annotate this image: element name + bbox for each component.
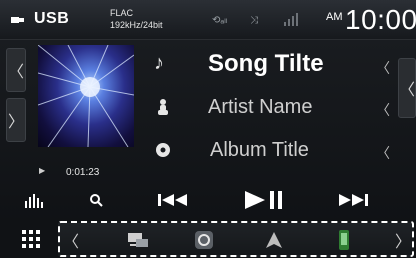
shortcut-scroll-right-icon[interactable]: 〉: [395, 229, 411, 251]
left-panel-tab-lower[interactable]: 〉: [6, 98, 26, 142]
usb-icon: [11, 17, 24, 23]
chevron-left-icon: 〈: [399, 82, 416, 99]
status-bar: USB FLAC 192kHz/24bit ⟲ₐₗₗ ⤨ AM 10:00: [0, 0, 416, 40]
album-title[interactable]: Album Title: [210, 139, 309, 162]
previous-track-button[interactable]: [152, 186, 196, 214]
equalizer-icon: [25, 194, 43, 208]
artist-icon: [158, 99, 168, 115]
format-rate: 192kHz/24bit: [110, 20, 163, 30]
elapsed-time: 0:01:23: [66, 167, 100, 178]
navigation-arrow-icon: [266, 232, 282, 248]
clock-time: 10:00: [345, 4, 416, 35]
camera-icon: [195, 231, 213, 249]
play-status-icon: ▶: [39, 166, 46, 175]
chevron-left-icon: 〈: [7, 64, 24, 81]
chevron-right-icon: 〉: [7, 114, 24, 131]
disc-icon: [156, 143, 170, 157]
song-title[interactable]: Song Tilte: [208, 50, 324, 78]
album-art: [38, 45, 134, 147]
next-track-button[interactable]: [332, 186, 376, 214]
format-codec: FLAC: [110, 8, 134, 18]
shortcut-scroll-left-icon[interactable]: 〈: [63, 229, 79, 251]
shortcut-bar: [58, 221, 414, 257]
left-panel-tab-upper[interactable]: 〈: [6, 48, 26, 92]
previous-track-icon: [158, 194, 187, 206]
play-pause-icon: [245, 191, 282, 209]
chevron-left-icon[interactable]: 〈: [376, 143, 390, 163]
album-art-burst-graphic: [38, 45, 134, 147]
search-button[interactable]: [86, 186, 106, 214]
search-icon: [90, 194, 103, 207]
source-label[interactable]: USB: [34, 10, 69, 28]
next-track-icon: [339, 194, 368, 206]
signal-icon: [284, 13, 298, 26]
right-panel-tab[interactable]: 〈: [398, 58, 416, 118]
media-player-screen: USB FLAC 192kHz/24bit ⟲ₐₗₗ ⤨ AM 10:00 〈 …: [0, 0, 416, 258]
clock-ampm: AM: [326, 11, 343, 23]
play-pause-button[interactable]: [238, 186, 292, 214]
shortcut-phone[interactable]: [334, 229, 354, 251]
phone-icon: [339, 230, 349, 250]
shortcut-navigation-list[interactable]: [124, 229, 152, 251]
repeat-all-icon: ⟲ₐₗₗ: [212, 15, 228, 26]
grid-menu-icon[interactable]: [22, 230, 40, 248]
chevron-left-icon[interactable]: 〈: [376, 58, 390, 78]
chevron-left-icon[interactable]: 〈: [376, 100, 390, 120]
navigation-list-icon: [128, 233, 148, 247]
music-note-icon: ♪: [154, 52, 164, 74]
artist-name[interactable]: Artist Name: [208, 96, 312, 119]
shuffle-icon: ⤨: [250, 15, 258, 26]
shortcut-camera[interactable]: [192, 229, 216, 251]
equalizer-button[interactable]: [20, 186, 50, 214]
shortcut-navigation[interactable]: [262, 229, 286, 251]
